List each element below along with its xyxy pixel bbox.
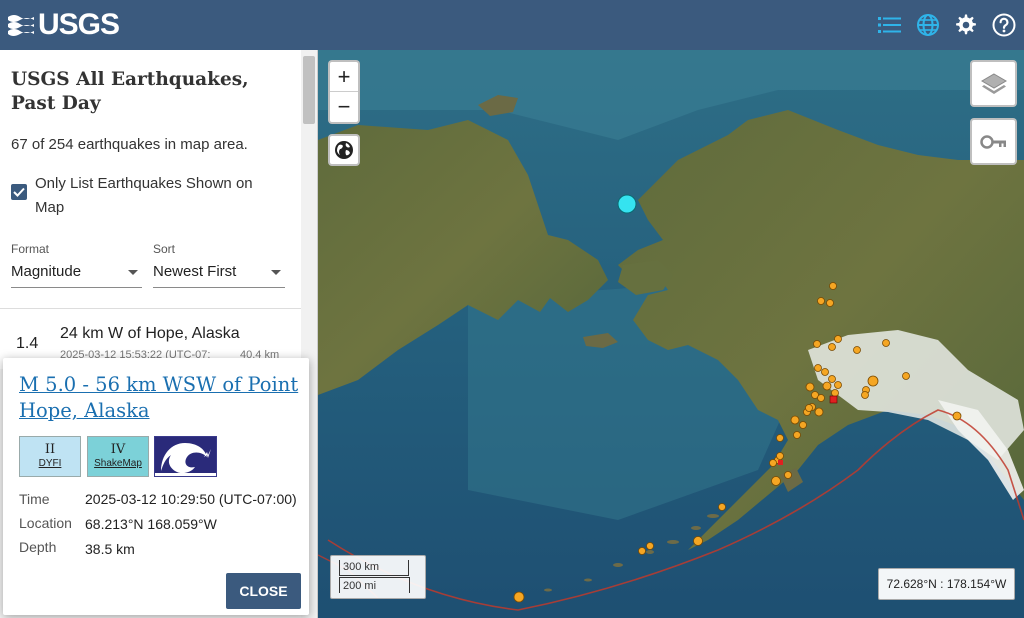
zoom-controls: + − [328,60,360,124]
zoom-in-button[interactable]: + [330,62,358,92]
earthquake-marker[interactable] [638,547,646,555]
earthquake-marker[interactable] [902,372,910,380]
earthquake-marker[interactable] [814,364,822,372]
chevron-down-icon [128,270,138,275]
earthquake-marker[interactable] [776,452,784,460]
usgs-wave-logo-icon [8,15,34,36]
earthquake-count: 67 of 254 earthquakes in map area. [11,136,248,153]
earthquake-marker[interactable] [813,340,821,348]
satellite-basemap[interactable] [318,50,1024,618]
earthquake-marker[interactable] [769,459,777,467]
list-item-place: 24 km W of Hope, Alaska [60,325,240,342]
earthquake-marker[interactable] [646,542,654,550]
earthquake-popup: M 5.0 - 56 km WSW of Point Hope, Alaska … [3,358,309,615]
earthquake-marker[interactable] [805,404,813,412]
format-value: Magnitude [11,263,82,280]
earthquake-marker[interactable] [867,375,879,387]
location-value: 68.213°N 168.059°W [85,516,217,532]
scale-km-label: 300 km [343,561,380,573]
shakemap-label: ShakeMap [94,458,142,469]
header-bar: USGS [0,0,1024,50]
scrollbar-thumb[interactable] [303,56,315,124]
time-value: 2025-03-12 10:29:50 (UTC-07:00) [85,491,297,507]
earthquake-marker[interactable] [882,339,890,347]
selected-earthquake-marker[interactable] [617,194,637,214]
close-button[interactable]: CLOSE [226,573,301,609]
earthquake-marker[interactable] [805,382,815,392]
scale-mi-label: 200 mi [343,580,377,592]
earthquake-marker[interactable] [853,346,861,354]
earthquake-marker[interactable] [834,335,842,343]
globe-icon [335,141,353,159]
help-icon[interactable] [992,13,1016,37]
usgs-logo[interactable]: USGS [6,8,120,42]
scale-bar: 300 km 200 mi [330,555,426,599]
depth-label: Depth [19,539,57,555]
tsunami-wave-icon [155,437,216,476]
earthquake-marker[interactable] [790,415,800,425]
usgs-earthquake-app: USGS USGS All Earthquakes, Past Day 67 o… [0,0,1024,618]
layers-icon [980,72,1007,94]
key-icon [979,134,1006,149]
recent-earthquake-marker[interactable] [778,460,783,465]
earthquake-marker[interactable] [814,407,824,417]
format-select[interactable]: Magnitude [11,260,142,288]
earthquake-marker[interactable] [952,411,962,421]
earthquake-marker[interactable] [828,343,836,351]
earthquake-marker[interactable] [718,503,726,511]
scale-bar-tick [409,577,410,593]
dyfi-value: II [44,442,56,457]
chevron-down-icon [271,270,281,275]
layers-button[interactable] [970,60,1017,107]
mouse-coordinates: 72.628°N : 178.154°W [878,568,1015,600]
recent-earthquake-marker[interactable] [829,395,838,404]
earthquake-marker[interactable] [829,282,837,290]
shakemap-badge[interactable]: IV ShakeMap [87,436,149,477]
list-icon[interactable] [878,13,902,37]
depth-value: 38.5 km [85,541,135,557]
earthquake-marker[interactable] [817,297,825,305]
earthquake-marker[interactable] [822,381,832,391]
scale-bar-divider [339,577,409,578]
globe-icon[interactable] [916,13,940,37]
earthquake-marker[interactable] [776,434,784,442]
sort-select[interactable]: Newest First [153,260,285,288]
only-list-shown-label[interactable]: Only List Earthquakes Shown on Map [35,172,285,220]
earthquake-marker[interactable] [826,299,834,307]
time-label: Time [19,491,50,507]
usgs-logo-text: USGS [38,8,120,41]
popup-event-title-link[interactable]: M 5.0 - 56 km WSW of Point Hope, Alaska [19,372,299,424]
checkmark-icon [13,187,25,197]
dyfi-badge[interactable]: II DYFI [19,436,81,477]
earthquake-marker[interactable] [861,391,869,399]
tsunami-badge[interactable] [154,436,217,477]
earthquake-marker[interactable] [784,471,792,479]
earthquake-marker[interactable] [817,394,825,402]
sort-value: Newest First [153,263,237,280]
location-label: Location [19,515,72,531]
earthquake-map[interactable]: + − 300 km 200 mi 72.628°N: 178.154°W [318,50,1024,618]
sort-label: Sort [153,242,176,256]
key-button[interactable] [970,118,1017,165]
earthquake-marker[interactable] [693,536,703,546]
earthquake-marker[interactable] [799,421,807,429]
gear-icon[interactable] [954,13,978,37]
earthquake-marker[interactable] [834,381,842,389]
list-item-magnitude: 1.4 [16,335,39,352]
world-view-button[interactable] [328,134,360,166]
header-icons [878,13,1016,37]
shakemap-value: IV [110,442,126,457]
dyfi-label: DYFI [38,458,62,469]
scale-bar-tick [339,577,340,593]
earthquake-marker[interactable] [771,476,781,486]
list-title: USGS All Earthquakes, Past Day [11,69,249,114]
only-list-shown-checkbox[interactable] [11,184,27,200]
earthquake-marker[interactable] [821,368,829,376]
zoom-out-button[interactable]: − [330,92,358,122]
format-label: Format [11,242,50,256]
earthquake-marker[interactable] [793,431,801,439]
earthquake-marker[interactable] [828,375,836,383]
earthquake-marker[interactable] [831,389,839,397]
earthquake-marker[interactable] [513,591,525,603]
